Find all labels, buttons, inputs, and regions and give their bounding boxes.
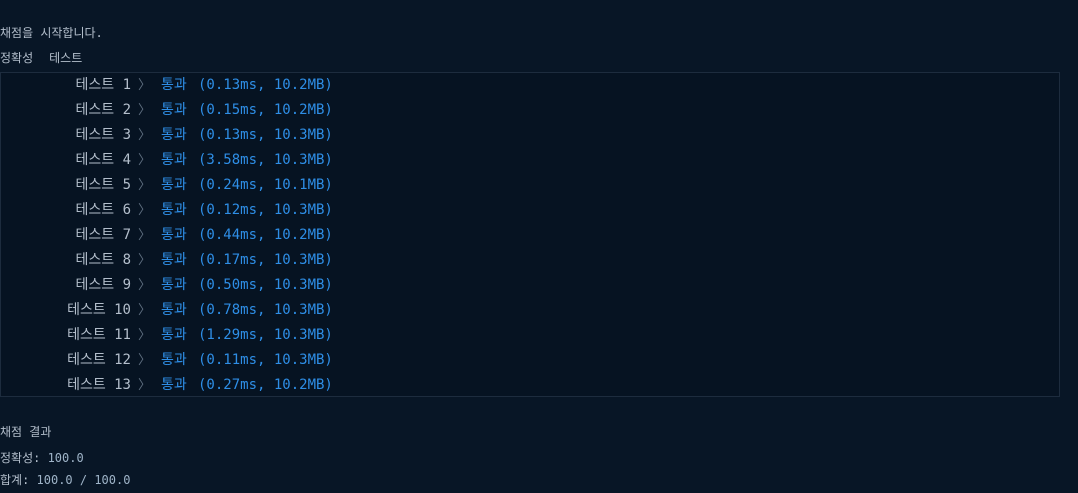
- chevron-right-icon: 〉: [138, 153, 152, 168]
- test-result-status: 통과: [161, 327, 187, 343]
- test-result-detail: (0.44ms, 10.2MB): [198, 227, 333, 243]
- test-name: 테스트 7: [75, 227, 132, 243]
- test-header: 정확성 테스트: [0, 51, 82, 65]
- test-result-status: 통과: [161, 352, 187, 368]
- test-result-status: 통과: [161, 177, 187, 193]
- test-result-status: 통과: [161, 202, 187, 218]
- test-result-detail: (0.11ms, 10.3MB): [198, 352, 333, 368]
- test-name: 테스트 10: [67, 302, 131, 318]
- test-name: 테스트 2: [75, 102, 132, 118]
- chevron-right-icon: 〉: [138, 278, 152, 293]
- chevron-right-icon: 〉: [138, 178, 152, 193]
- test-name: 테스트 13: [67, 377, 131, 393]
- test-name: 테스트 11: [67, 327, 131, 343]
- chevron-right-icon: 〉: [138, 203, 152, 218]
- chevron-right-icon: 〉: [138, 228, 152, 243]
- test-name: 테스트 12: [67, 352, 131, 368]
- category-label: 정확성: [0, 51, 34, 65]
- test-result-status: 통과: [161, 377, 187, 393]
- accuracy-label: 정확성:: [0, 451, 48, 465]
- test-result-detail: (0.24ms, 10.1MB): [198, 177, 333, 193]
- test-result-detail: (0.50ms, 10.3MB): [198, 277, 333, 293]
- test-name: 테스트 6: [75, 202, 132, 218]
- chevron-right-icon: 〉: [138, 103, 152, 118]
- grading-result-title: 채점 결과: [0, 425, 52, 439]
- test-result-detail: (0.13ms, 10.3MB): [198, 127, 333, 143]
- test-result-status: 통과: [161, 302, 187, 318]
- chevron-right-icon: 〉: [138, 78, 152, 93]
- test-result-detail: (0.78ms, 10.3MB): [198, 302, 333, 318]
- test-name: 테스트 5: [75, 177, 132, 193]
- test-result-detail: (0.15ms, 10.2MB): [198, 102, 333, 118]
- total-label: 합계:: [0, 473, 37, 487]
- accuracy-value: 100.0: [47, 451, 84, 465]
- test-result-detail: (3.58ms, 10.3MB): [198, 152, 333, 168]
- chevron-right-icon: 〉: [138, 353, 152, 368]
- test-results-panel: 테스트 1 〉 통과 (0.13ms, 10.2MB) 테스트 2 〉 통과 (0.15ms,…: [0, 72, 1060, 397]
- total-value: 100.0 / 100.0: [36, 473, 131, 487]
- chevron-right-icon: 〉: [138, 328, 152, 343]
- test-result-status: 통과: [161, 227, 187, 243]
- test-result-status: 통과: [161, 102, 187, 118]
- chevron-right-icon: 〉: [138, 378, 152, 393]
- test-result-status: 통과: [161, 152, 187, 168]
- test-result-detail: (0.27ms, 10.2MB): [198, 377, 333, 393]
- accuracy-score: 정확성: 100.0: [0, 451, 84, 465]
- test-result-detail: (1.29ms, 10.3MB): [198, 327, 333, 343]
- test-name: 테스트 3: [75, 127, 132, 143]
- type-label: 테스트: [49, 51, 83, 65]
- test-result-status: 통과: [161, 277, 187, 293]
- test-name: 테스트 9: [75, 277, 132, 293]
- chevron-right-icon: 〉: [138, 253, 152, 268]
- test-result-status: 통과: [161, 127, 187, 143]
- chevron-right-icon: 〉: [138, 303, 152, 318]
- grading-status-message: 채점을 시작합니다.: [0, 26, 103, 40]
- total-score: 합계: 100.0 / 100.0: [0, 473, 130, 487]
- test-result-detail: (0.17ms, 10.3MB): [198, 252, 333, 268]
- chevron-right-icon: 〉: [138, 128, 152, 143]
- test-result-status: 통과: [161, 252, 187, 268]
- test-name: 테스트 8: [75, 252, 132, 268]
- test-result-detail: (0.13ms, 10.2MB): [198, 77, 333, 93]
- test-name: 테스트 4: [75, 152, 132, 168]
- test-name: 테스트 1: [75, 77, 132, 93]
- test-result-status: 통과: [161, 77, 187, 93]
- test-result-detail: (0.12ms, 10.3MB): [198, 202, 333, 218]
